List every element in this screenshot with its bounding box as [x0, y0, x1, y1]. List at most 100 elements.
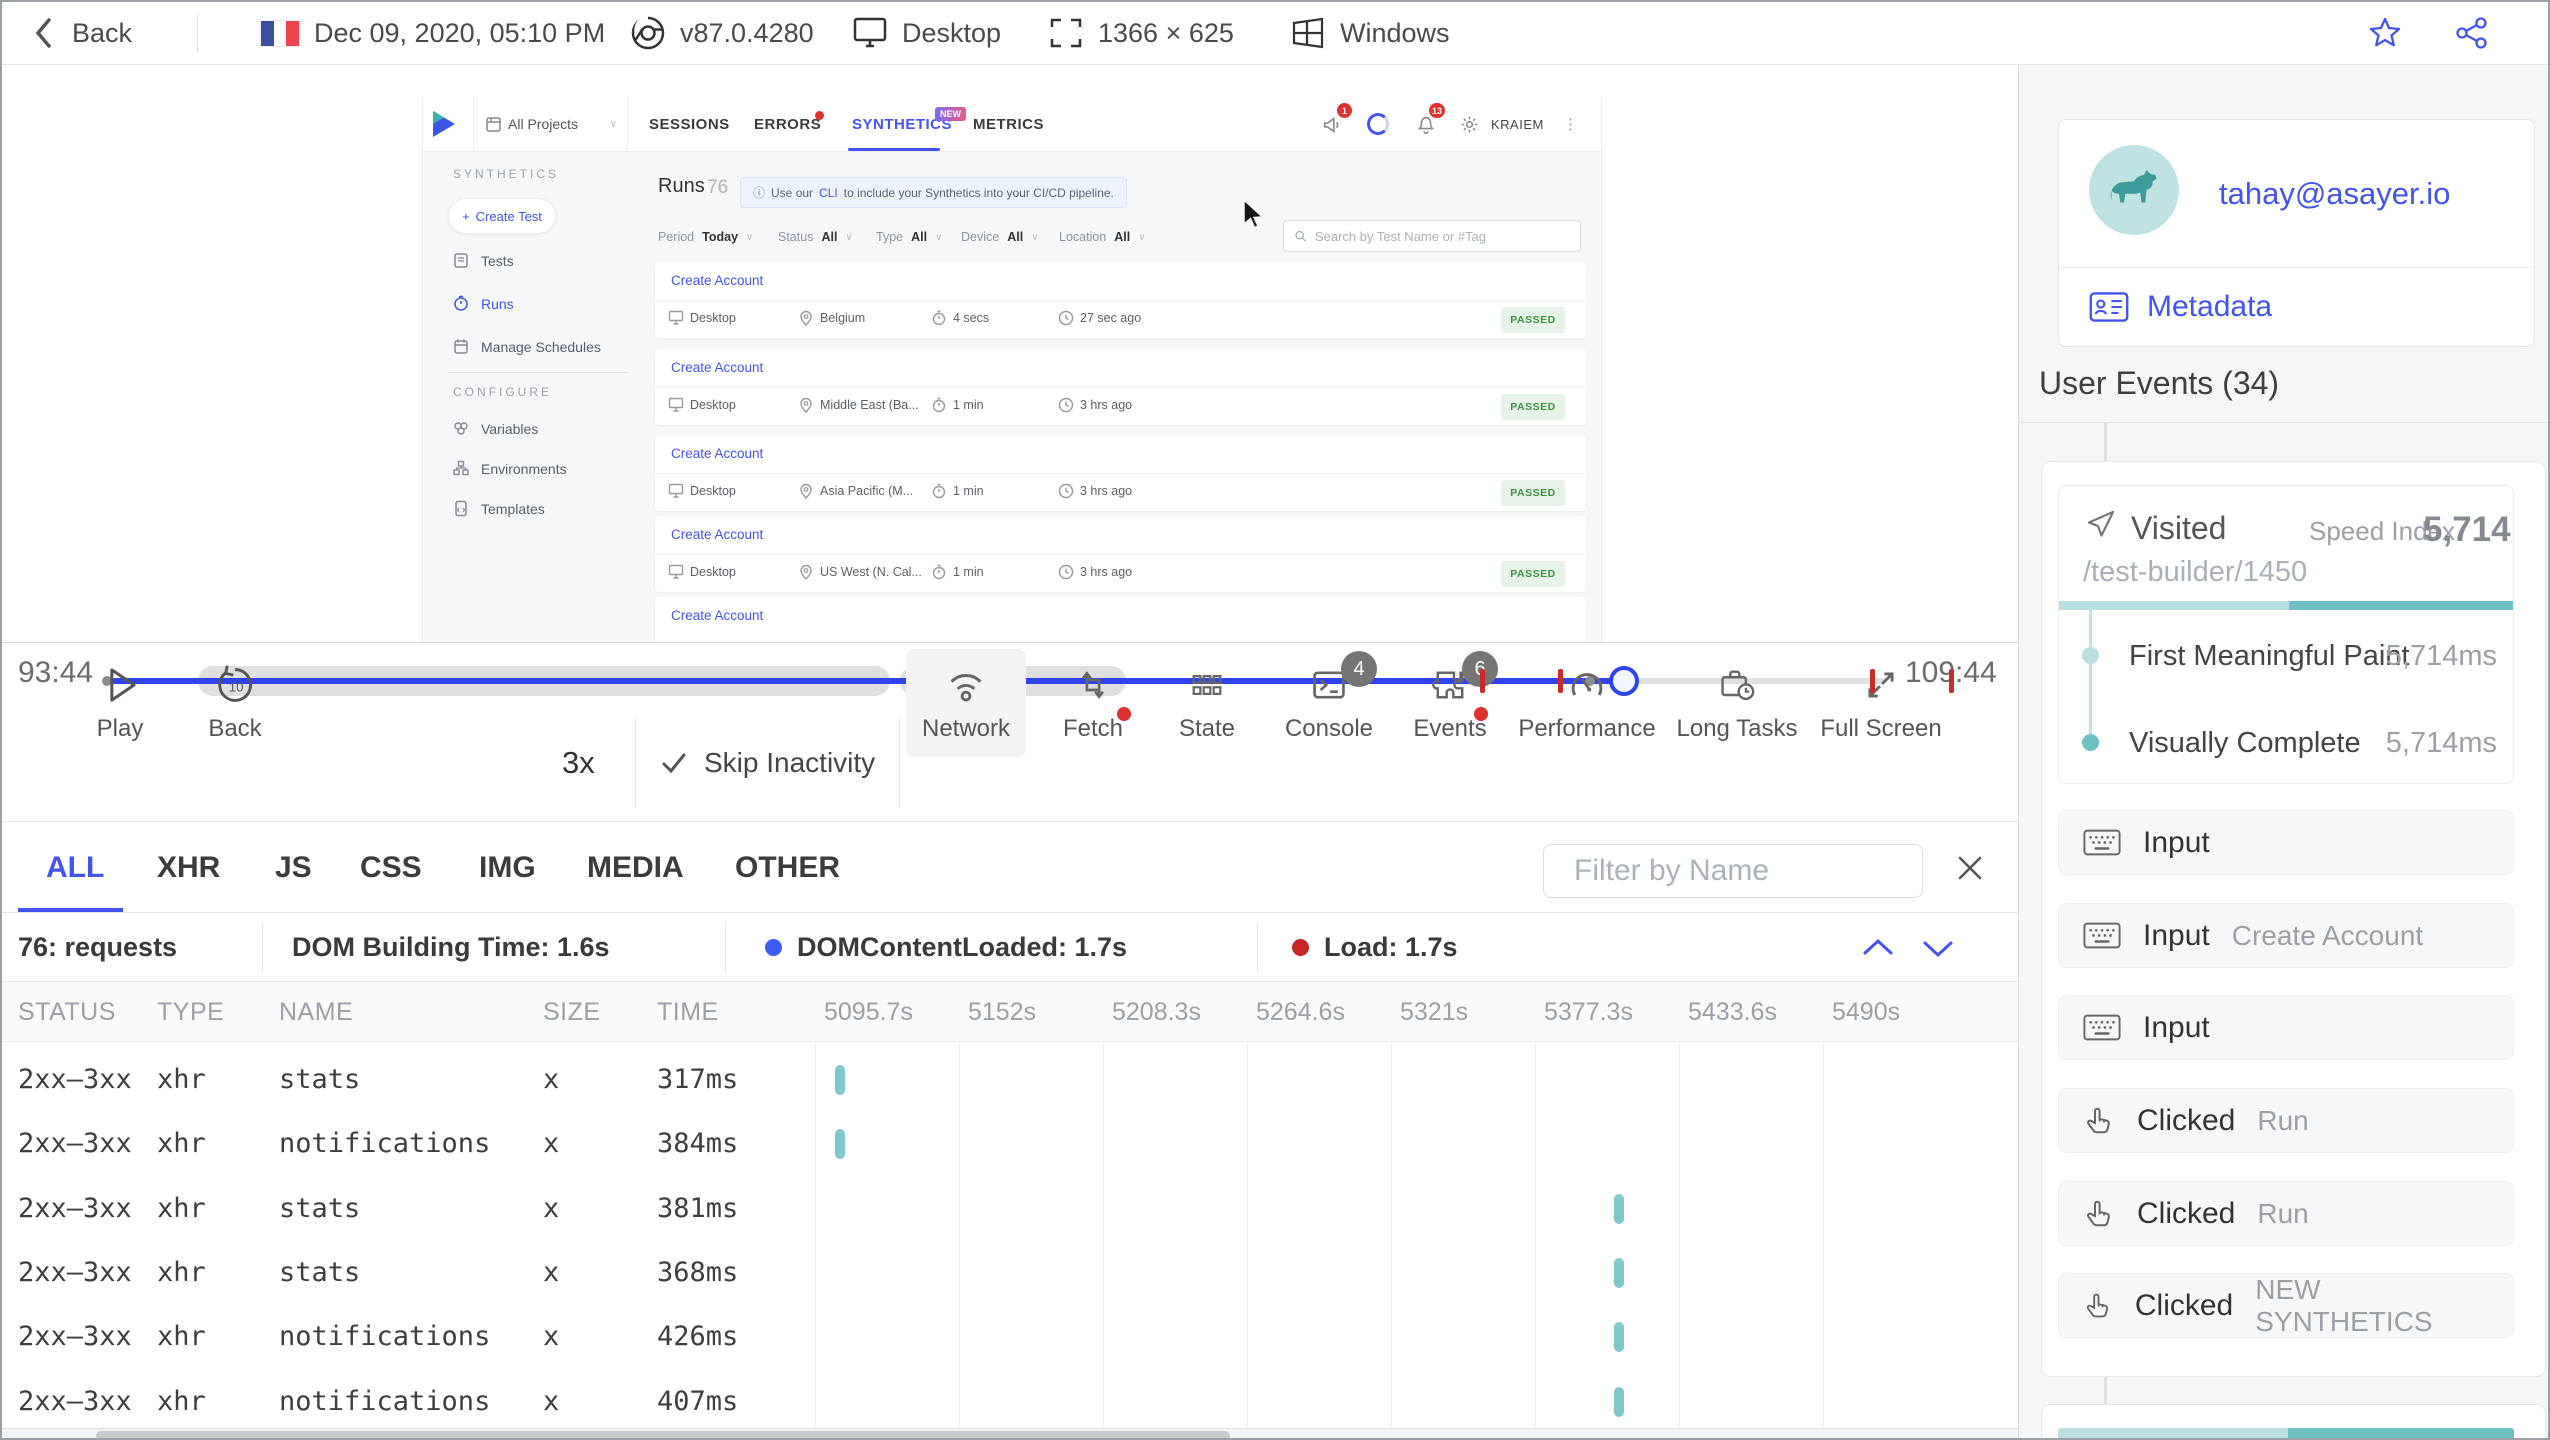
network-request-row[interactable]: 2xx–3xx xhr stats x 317ms	[2, 1048, 2018, 1112]
network-request-row[interactable]: 2xx–3xx xhr notifications x 426ms	[2, 1305, 2018, 1369]
input-event-item[interactable]: Input Create Account	[2058, 903, 2514, 968]
recorded-tab-synthetics: SYNTHETICS	[852, 116, 953, 133]
viewport-size-icon	[1050, 18, 1082, 48]
horizontal-scrollbar[interactable]	[2, 1428, 2018, 1438]
back-button[interactable]: Back	[32, 2, 132, 64]
request-time: 426ms	[657, 1321, 739, 1353]
recorded-filter-location: Location All ∨	[1059, 230, 1146, 244]
info-icon: ⓘ	[753, 186, 766, 200]
recorded-tab-sessions: SESSIONS	[649, 116, 730, 133]
event-type: Input	[2143, 1010, 2210, 1044]
back-10s-button[interactable]: 10 Back	[175, 649, 295, 757]
recorded-run-name: Create Account	[671, 360, 764, 375]
dom-building-time: DOM Building Time: 1.6s	[292, 932, 610, 962]
keyboard-icon	[2083, 1014, 2121, 1041]
event-target: Run	[2257, 1197, 2309, 1229]
request-time: 317ms	[657, 1064, 739, 1095]
clicked-event-item[interactable]: Clicked Run	[2058, 1088, 2514, 1153]
time-tick: 5433.6s	[1688, 998, 1777, 1026]
keyboard-icon	[2083, 829, 2121, 856]
new-badge: NEW	[935, 107, 966, 121]
panel-button-full-screen[interactable]: Full Screen	[1820, 649, 1942, 757]
clicked-event-item[interactable]: Clicked Run	[2058, 1181, 2514, 1246]
network-tab-all[interactable]: ALL	[46, 822, 104, 913]
share-button[interactable]	[2455, 2, 2489, 64]
recorded-create-test-button: + Create Test	[448, 198, 556, 234]
favorite-button[interactable]	[2368, 2, 2402, 64]
metadata-button[interactable]: Metadata	[2089, 283, 2272, 331]
panel-button-events[interactable]: Events6	[1390, 649, 1510, 757]
input-event-item[interactable]: Input	[2058, 995, 2514, 1060]
network-request-row[interactable]: 2xx–3xx xhr stats x 381ms	[2, 1177, 2018, 1241]
speed-toggle[interactable]: 3x	[562, 703, 595, 823]
panel-button-performance[interactable]: Performance	[1518, 649, 1656, 757]
divider	[1257, 923, 1258, 972]
monitor-icon	[853, 17, 887, 48]
loading-spinner-icon	[1367, 113, 1389, 135]
column-header-name: NAME	[279, 998, 354, 1026]
run-location-icon	[800, 397, 812, 413]
recorded-sidebar-item-templates: Templates	[453, 500, 545, 517]
visited-event-card[interactable]: Visited Speed Index 5,714 /test-builder/…	[2041, 461, 2546, 1377]
request-status: 2xx–3xx	[18, 1064, 132, 1095]
error-event-mark[interactable]	[1949, 669, 1954, 693]
time-tick: 5095.7s	[824, 998, 913, 1026]
close-panel-button[interactable]	[1954, 852, 1986, 884]
network-requests-table: STATUS TYPE NAME SIZE TIME 5095.7s 5152s 5208.3…	[2, 982, 2018, 1428]
network-request-row[interactable]: 2xx–3xx xhr notifications x 384ms	[2, 1112, 2018, 1176]
hyena-avatar-icon	[2110, 170, 2157, 203]
network-tab-other[interactable]: OTHER	[735, 822, 840, 913]
run-status-badge: PASSED	[1501, 480, 1565, 506]
asayer-logo-icon	[433, 111, 455, 137]
network-request-row[interactable]: 2xx–3xx xhr notifications x 407ms	[2, 1370, 2018, 1429]
skip-inactivity-toggle[interactable]: Skip Inactivity	[660, 703, 875, 823]
run-ago: 3 hrs ago	[1058, 397, 1132, 413]
timeline-playhead[interactable]	[1609, 666, 1639, 696]
user-card: tahay@asayer.io Metadata	[2058, 119, 2535, 347]
network-request-row[interactable]: 2xx–3xx xhr stats x 368ms	[2, 1241, 2018, 1305]
panel-button-state[interactable]: State	[1147, 649, 1267, 757]
time-tick: 5490s	[1832, 998, 1901, 1026]
panel-button-network[interactable]: Network	[906, 649, 1026, 757]
run-location-icon	[800, 483, 812, 499]
kebab-menu-icon: ⋮	[1563, 116, 1578, 133]
jump-next-button[interactable]	[1917, 931, 1959, 965]
event-type: Input	[2143, 918, 2210, 952]
error-event-mark[interactable]	[1558, 669, 1563, 693]
os-label: Windows	[1340, 17, 1450, 48]
domcontentloaded-dot-icon	[765, 939, 782, 956]
session-locale: Dec 09, 2020, 05:10 PM	[260, 2, 605, 64]
error-event-mark[interactable]	[1480, 669, 1485, 693]
user-events-title: User Events (34)	[2039, 365, 2280, 401]
clicked-event-item[interactable]: Clicked NEW SYNTHETICS	[2058, 1273, 2514, 1338]
scrollbar-thumb[interactable]	[96, 1431, 1230, 1438]
error-event-mark[interactable]	[1870, 669, 1875, 693]
network-tab-media[interactable]: MEDIA	[587, 822, 684, 913]
france-flag-icon	[260, 19, 300, 47]
divider	[899, 718, 900, 808]
back-label: Back	[72, 17, 133, 48]
divider	[448, 372, 628, 373]
network-filter-input[interactable]	[1574, 854, 1960, 888]
event-target: NEW SYNTHETICS	[2255, 1273, 2433, 1337]
panel-red-dot	[1117, 707, 1131, 721]
active-tab-underline	[18, 908, 123, 912]
network-tab-xhr[interactable]: XHR	[157, 822, 220, 913]
panel-button-fetch[interactable]: Fetch	[1033, 649, 1153, 757]
search-icon	[1295, 230, 1307, 242]
recorded-run-name: Create Account	[671, 608, 764, 623]
recorded-run-card: Create Account Desktop US West (N. Cal... 1…	[655, 516, 1586, 592]
requests-count: 76: requests	[18, 932, 178, 962]
browser-info: v87.0.4280	[630, 2, 814, 64]
user-email-link[interactable]: tahay@asayer.io	[2219, 176, 2450, 212]
jump-previous-button[interactable]	[1857, 931, 1899, 965]
play-button[interactable]: Play	[60, 649, 180, 757]
network-tab-css[interactable]: CSS	[360, 822, 422, 913]
recorded-filter-device: Device All ∨	[961, 230, 1039, 244]
network-tab-img[interactable]: IMG	[479, 822, 536, 913]
panel-button-console[interactable]: Console 4	[1269, 649, 1389, 757]
panel-button-long-tasks[interactable]: Long Tasks	[1677, 649, 1798, 757]
network-tab-js[interactable]: JS	[275, 822, 312, 913]
input-event-item[interactable]: Input	[2058, 810, 2514, 875]
fmp-dot-icon	[2082, 647, 2099, 664]
